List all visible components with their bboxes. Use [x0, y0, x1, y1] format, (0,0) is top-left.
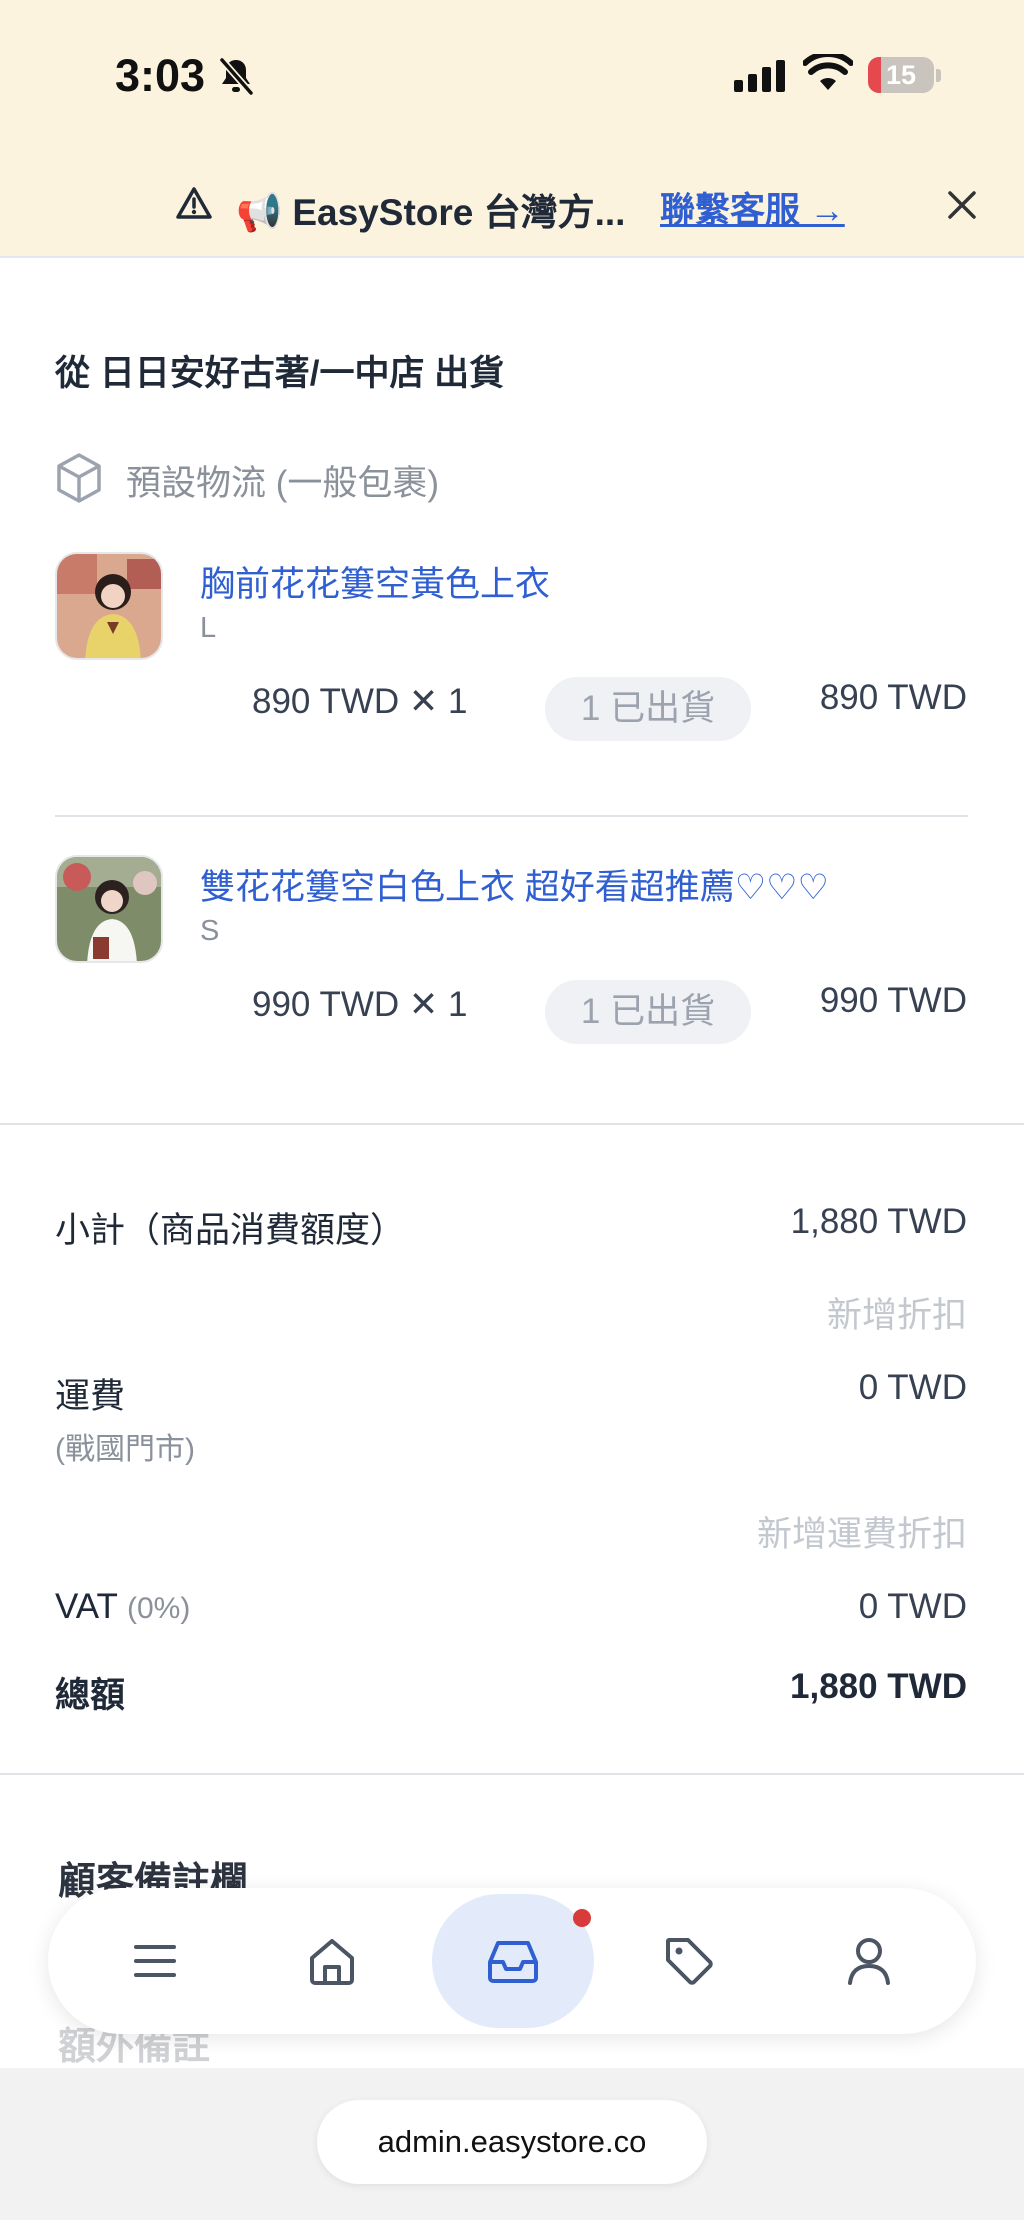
- tag-icon: [666, 1938, 713, 1985]
- item-total: 990 TWD: [819, 981, 967, 1020]
- order-item: 胸前花花簍空黃色上衣 L 890 TWD ✕ 1 1 已出貨 890 TWD: [0, 552, 1024, 752]
- battery-icon: 15: [868, 57, 934, 93]
- shipping-label: 運費: [55, 1377, 126, 1416]
- fulfilled-badge: 1 已出貨: [545, 980, 751, 1044]
- unit-price-qty: 890 TWD ✕ 1: [252, 682, 468, 721]
- url-field[interactable]: admin.easystore.co: [317, 2100, 707, 2184]
- close-icon[interactable]: [945, 188, 979, 222]
- nav-products[interactable]: [616, 1888, 762, 2034]
- fulfilled-badge: 1 已出貨: [545, 677, 751, 741]
- bottom-nav: [48, 1888, 976, 2034]
- warning-icon: [176, 187, 212, 219]
- section-divider: [0, 1773, 1024, 1775]
- divider: [55, 815, 968, 817]
- inbox-icon: [488, 1941, 538, 1983]
- product-variant: L: [200, 612, 217, 644]
- nav-orders[interactable]: [432, 1894, 594, 2028]
- bell-muted-icon: [219, 57, 254, 96]
- product-name-link[interactable]: 雙花花簍空白色上衣 超好看超推薦♡♡♡: [200, 859, 829, 910]
- logistics-method: 預設物流 (一般包裹): [126, 464, 440, 503]
- subtotal-value: 1,880 TWD: [790, 1202, 967, 1241]
- menu-icon: [134, 1945, 176, 1977]
- status-time: 3:03: [115, 50, 206, 101]
- nav-account[interactable]: [796, 1888, 942, 2034]
- product-name-link[interactable]: 胸前花花簍空黃色上衣: [200, 556, 550, 607]
- product-thumbnail[interactable]: [55, 855, 163, 963]
- item-total: 890 TWD: [819, 678, 967, 717]
- unit-price-qty: 990 TWD ✕ 1: [252, 985, 468, 1024]
- cellular-signal-icon: [734, 58, 785, 92]
- wifi-icon: [803, 54, 853, 90]
- add-shipping-discount-link[interactable]: 新增運費折扣: [757, 1506, 967, 1557]
- battery-tip: [936, 69, 941, 82]
- nav-menu[interactable]: [82, 1888, 228, 2034]
- vat-label: VAT: [55, 1587, 118, 1626]
- add-discount-link[interactable]: 新增折扣: [827, 1287, 967, 1338]
- banner-text: 📢 EasyStore 台灣方...: [236, 192, 626, 233]
- contact-support-link[interactable]: 聯繫客服 →: [660, 182, 845, 233]
- user-icon: [848, 1938, 890, 1985]
- nav-home[interactable]: [259, 1888, 405, 2034]
- shipping-value: 0 TWD: [858, 1368, 967, 1407]
- total-label: 總額: [55, 1676, 126, 1715]
- subtotal-label: 小計（商品消費額度）: [55, 1211, 406, 1250]
- shipment-title: 從 日日安好古著/一中店 出貨: [55, 354, 505, 393]
- product-variant: S: [200, 915, 220, 947]
- battery-level: 15: [885, 60, 917, 90]
- notification-dot: [573, 1909, 591, 1927]
- order-item: 雙花花簍空白色上衣 超好看超推薦♡♡♡ S 990 TWD ✕ 1 1 已出貨 …: [0, 855, 1024, 1055]
- package-icon: [57, 453, 101, 503]
- section-divider: [0, 1123, 1024, 1125]
- vat-value: 0 TWD: [858, 1587, 967, 1626]
- shipping-store: (戰國門市): [55, 1433, 195, 1466]
- product-thumbnail[interactable]: [55, 552, 163, 660]
- vat-rate: (0%): [126, 1592, 191, 1625]
- total-value: 1,880 TWD: [790, 1667, 967, 1706]
- home-icon: [310, 1939, 354, 1985]
- vat-row: VAT (0%): [55, 1587, 190, 1627]
- top-banner-area: 3:03 15 📢 EasyStore 台灣方... 聯繫客服 →: [0, 0, 1024, 258]
